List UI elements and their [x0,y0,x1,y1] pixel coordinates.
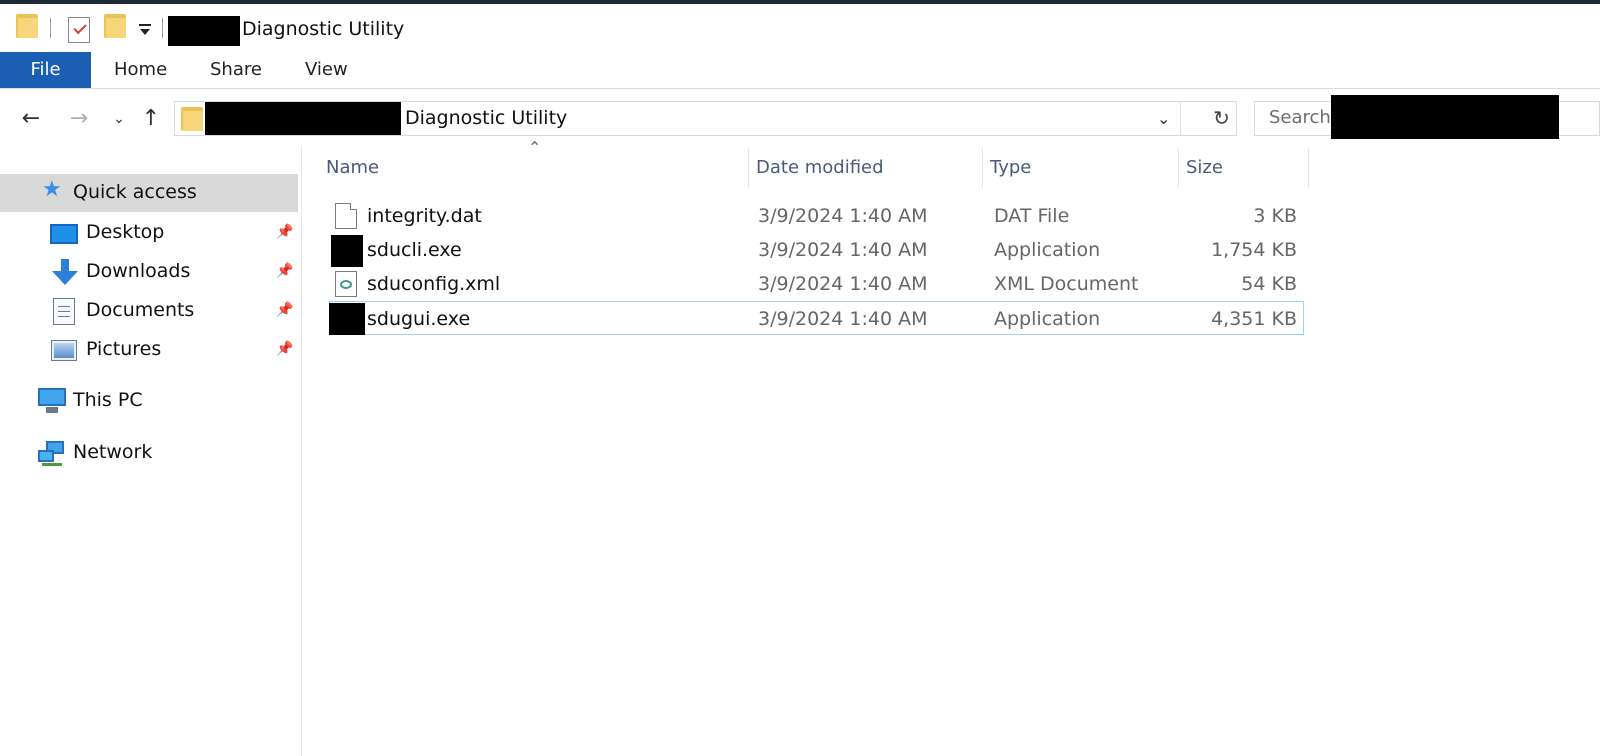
column-header-type[interactable]: Type [984,148,1174,188]
nav-pictures[interactable]: Pictures 📌 [0,331,298,369]
new-folder-icon[interactable] [104,14,126,38]
nav-downloads[interactable]: Downloads 📌 [0,253,298,291]
computer-icon [38,388,66,414]
star-icon: ★ [42,177,62,202]
xml-file-icon [335,271,357,297]
nav-quick-access[interactable]: ★ Quick access [0,174,298,212]
nav-label: Documents [86,299,195,321]
nav-label: Network [73,441,153,463]
column-divider[interactable] [1178,148,1179,188]
file-name: sducli.exe [367,239,462,261]
file-size: 4,351 KB [1211,308,1297,330]
address-path: Diagnostic Utility [405,107,568,129]
back-button[interactable]: ← [16,104,46,134]
redacted-region [168,16,240,46]
properties-icon[interactable] [68,17,90,43]
file-size: 1,754 KB [1211,239,1297,261]
refresh-button[interactable]: ↻ [1207,101,1237,136]
nav-label: Pictures [86,338,162,360]
tab-view[interactable]: View [295,52,358,88]
file-row-selected[interactable]: sdugui.exe 3/9/2024 1:40 AM Application … [329,301,1304,335]
file-date: 3/9/2024 1:40 AM [758,273,928,295]
file-row[interactable]: sducli.exe 3/9/2024 1:40 AM Application … [329,233,1304,267]
nav-documents[interactable]: Documents 📌 [0,292,298,330]
column-header-size[interactable]: Size [1180,148,1308,188]
pin-icon: 📌 [276,263,294,279]
search-placeholder: Search [1269,107,1331,128]
nav-label: Quick access [73,181,197,203]
ribbon-tabs: File Home Share View [0,52,1600,89]
column-divider[interactable] [1308,148,1309,188]
column-divider[interactable] [982,148,983,188]
up-button[interactable]: ↑ [136,104,166,134]
file-row[interactable]: integrity.dat 3/9/2024 1:40 AM DAT File … [329,199,1304,233]
file-size: 3 KB [1253,205,1297,227]
recent-locations-chevron-icon[interactable]: ⌄ [104,104,134,134]
file-name: sdugui.exe [367,308,471,330]
file-name: sduconfig.xml [367,273,501,295]
column-divider[interactable] [748,148,749,188]
forward-button[interactable]: → [64,104,94,134]
redacted-region [205,102,401,135]
nav-label: This PC [73,389,143,411]
column-header-name[interactable]: Name [320,148,740,188]
file-size: 54 KB [1241,273,1297,295]
file-type: Application [994,239,1101,261]
toolbar-separator [162,18,163,38]
folder-icon[interactable] [16,14,38,38]
file-name: integrity.dat [367,205,482,227]
desktop-icon [50,224,78,244]
address-bar[interactable]: Diagnostic Utility ⌄ [174,101,1209,136]
nav-network[interactable]: Network [0,434,298,472]
folder-icon [181,107,203,131]
tab-file[interactable]: File [0,52,91,88]
pin-icon: 📌 [276,341,294,357]
pictures-icon [51,340,77,361]
network-icon [38,441,66,467]
customize-toolbar-dropdown-icon[interactable] [138,22,152,38]
downloads-icon [52,259,78,287]
window-title: Diagnostic Utility [242,18,405,40]
file-date: 3/9/2024 1:40 AM [758,239,928,261]
nav-label: Downloads [86,260,191,282]
tab-home[interactable]: Home [104,52,177,88]
title-bar: Diagnostic Utility [0,4,1600,52]
address-dropdown-chevron-icon[interactable]: ⌄ [1157,109,1170,128]
generic-file-icon [335,203,357,229]
navigation-pane: ★ Quick access Desktop 📌 Downloads 📌 Doc… [0,146,302,756]
redacted-file-icon [329,303,365,335]
file-type: XML Document [994,273,1139,295]
file-type: Application [994,308,1101,330]
nav-label: Desktop [86,221,165,243]
documents-icon [53,298,75,325]
toolbar-separator [50,18,51,38]
file-date: 3/9/2024 1:40 AM [758,308,928,330]
column-header-row: ⌃ Name Date modified Type Size [326,138,1316,188]
file-row[interactable]: sduconfig.xml 3/9/2024 1:40 AM XML Docum… [329,267,1304,301]
column-header-date[interactable]: Date modified [750,148,980,188]
nav-desktop[interactable]: Desktop 📌 [0,214,298,252]
tab-share[interactable]: Share [200,52,272,88]
file-type: DAT File [994,205,1070,227]
file-date: 3/9/2024 1:40 AM [758,205,928,227]
nav-this-pc[interactable]: This PC [0,382,298,420]
divider [1180,102,1181,135]
pin-icon: 📌 [276,302,294,318]
search-box[interactable]: Search [1254,95,1600,139]
pin-icon: 📌 [276,224,294,240]
redacted-region [1331,95,1559,139]
redacted-file-icon [331,235,363,267]
